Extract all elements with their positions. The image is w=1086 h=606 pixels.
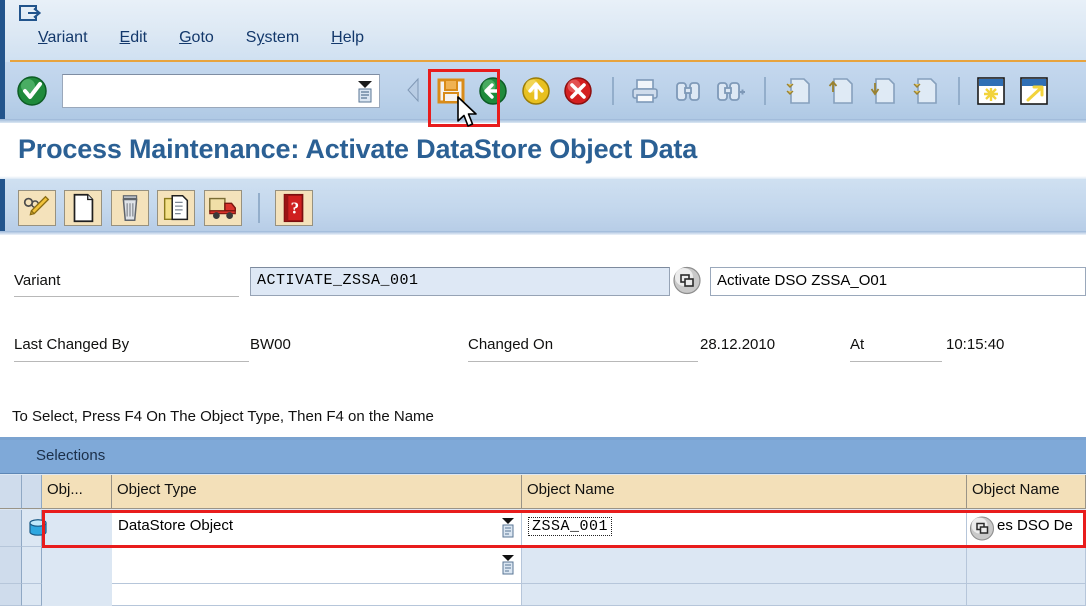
at-label: At — [850, 336, 865, 353]
page-title: Process Maintenance: Activate DataStore … — [18, 134, 698, 164]
create-variant-button[interactable] — [64, 190, 103, 226]
row-marker — [22, 547, 42, 584]
variant-label-underline — [14, 296, 239, 297]
row-selector[interactable] — [0, 510, 22, 547]
last-changed-by-label: Last Changed By — [14, 336, 130, 353]
row-marker — [22, 584, 42, 606]
svg-text:?: ? — [290, 199, 299, 218]
previous-page-icon[interactable] — [823, 74, 857, 108]
table-row[interactable]: DataStore Object ZSSA_001 es DSO De — [0, 510, 1086, 547]
table-select-all-corner[interactable] — [0, 475, 22, 509]
table-header-row: Obj... Object Type Object Name Object Na… — [0, 475, 1086, 509]
cell-object-name[interactable] — [522, 547, 967, 584]
column-header-object-name-2[interactable]: Object Name — [967, 475, 1086, 509]
help-button[interactable]: ? — [274, 190, 313, 226]
column-header-object-type[interactable]: Object Type — [112, 475, 522, 509]
delete-variant-button[interactable] — [110, 190, 149, 226]
new-session-icon[interactable] — [974, 74, 1008, 108]
cell-object-name-description[interactable]: es DSO De — [967, 510, 1086, 547]
cell-object-name-description[interactable] — [967, 584, 1086, 606]
red-cancel-icon[interactable] — [561, 74, 595, 108]
menu-item-variant-label: ariant — [47, 29, 88, 46]
datastore-object-icon — [29, 519, 47, 536]
first-page-icon[interactable] — [780, 74, 814, 108]
yellow-up-arrow-icon[interactable] — [519, 74, 553, 108]
menu-item-help-label: elp — [342, 29, 365, 46]
table-row-marker-corner — [22, 475, 42, 509]
app-toolbar-divider — [258, 193, 261, 223]
cell-object-type-text: DataStore Object — [118, 517, 234, 534]
system-toolbar-buttons — [434, 74, 1055, 108]
binoculars-icon[interactable] — [671, 74, 705, 108]
next-page-icon[interactable] — [865, 74, 899, 108]
last-changed-by-value: BW00 — [250, 336, 291, 353]
at-underline — [850, 361, 942, 362]
selections-group-title-label: Selections — [36, 447, 106, 464]
column-header-obj[interactable]: Obj... — [42, 475, 112, 509]
system-toolbar-divider — [0, 119, 1086, 123]
cell-object-name-description-text: es DSO De — [997, 517, 1073, 534]
at-value: 10:15:40 — [946, 336, 1005, 353]
transport-button[interactable] — [203, 190, 242, 226]
menu-item-goto-label: oto — [191, 29, 214, 46]
mouse-cursor-icon — [457, 96, 477, 127]
green-check-enter-icon[interactable] — [16, 75, 48, 107]
column-header-object-name[interactable]: Object Name — [522, 475, 967, 509]
command-input[interactable] — [67, 79, 347, 103]
changed-on-label: Changed On — [468, 336, 554, 353]
menu-item-edit-label: dit — [130, 29, 148, 46]
last-page-icon[interactable] — [907, 74, 941, 108]
value-list-dropdown-icon[interactable] — [499, 554, 517, 576]
cell-object-type[interactable] — [112, 547, 522, 584]
variant-input[interactable]: ACTIVATE_ZSSA_001 — [250, 267, 670, 296]
variant-label: Variant — [14, 272, 61, 289]
exit-window-icon[interactable] — [19, 4, 41, 22]
changed-on-value: 28.12.2010 — [700, 336, 776, 353]
value-list-dropdown-icon[interactable] — [499, 517, 517, 539]
cell-object-name[interactable] — [522, 584, 967, 606]
menu-item-goto[interactable]: Goto — [176, 28, 217, 48]
menu-item-help[interactable]: Help — [328, 28, 367, 48]
row-selector[interactable] — [0, 584, 22, 606]
toolbar-divider-1 — [611, 77, 614, 105]
cell-object-name-text: ZSSA_001 — [528, 517, 613, 536]
selections-group-title: Selections — [0, 440, 1086, 474]
toolbar-divider-2 — [763, 77, 766, 105]
menu-item-variant[interactable]: Variant — [35, 28, 91, 48]
printer-icon[interactable] — [628, 74, 662, 108]
command-history-dropdown-icon[interactable] — [354, 78, 376, 104]
menu-bar: Variant Edit Goto System Help — [0, 0, 1086, 62]
cell-object-name-description[interactable] — [967, 547, 1086, 584]
application-toolbar-buttons: ? — [18, 190, 317, 226]
cell-object-type[interactable] — [112, 584, 522, 606]
row-marker — [22, 510, 47, 547]
table-row[interactable] — [0, 547, 1086, 584]
menu-item-list: Variant Edit Goto System Help — [35, 28, 367, 48]
table-row[interactable] — [0, 584, 1086, 606]
variant-description-input[interactable]: Activate DSO ZSSA_O01 — [710, 267, 1086, 296]
menu-item-system[interactable]: System — [243, 28, 302, 48]
cell-object-name[interactable]: ZSSA_001 — [522, 510, 967, 547]
menu-item-system-label: stem — [264, 29, 300, 46]
object-name-value-help-f4-icon[interactable] — [969, 515, 995, 542]
copy-variant-button[interactable] — [157, 190, 196, 226]
last-changed-by-underline — [14, 361, 249, 362]
shortcut-arrow-icon[interactable] — [1017, 74, 1051, 108]
toolbar-divider-3 — [957, 77, 960, 105]
command-field[interactable] — [62, 74, 380, 108]
variant-value-help-f4-icon[interactable] — [672, 265, 702, 296]
changed-on-underline — [468, 361, 698, 362]
row-selector[interactable] — [0, 547, 22, 584]
collapse-left-arrow-icon[interactable] — [404, 76, 424, 104]
menu-item-edit[interactable]: Edit — [117, 28, 151, 48]
cell-object-type[interactable]: DataStore Object — [112, 510, 522, 547]
display-change-button[interactable] — [18, 190, 56, 226]
instruction-text: To Select, Press F4 On The Object Type, … — [12, 408, 434, 425]
binoculars-plus-icon[interactable] — [713, 74, 747, 108]
